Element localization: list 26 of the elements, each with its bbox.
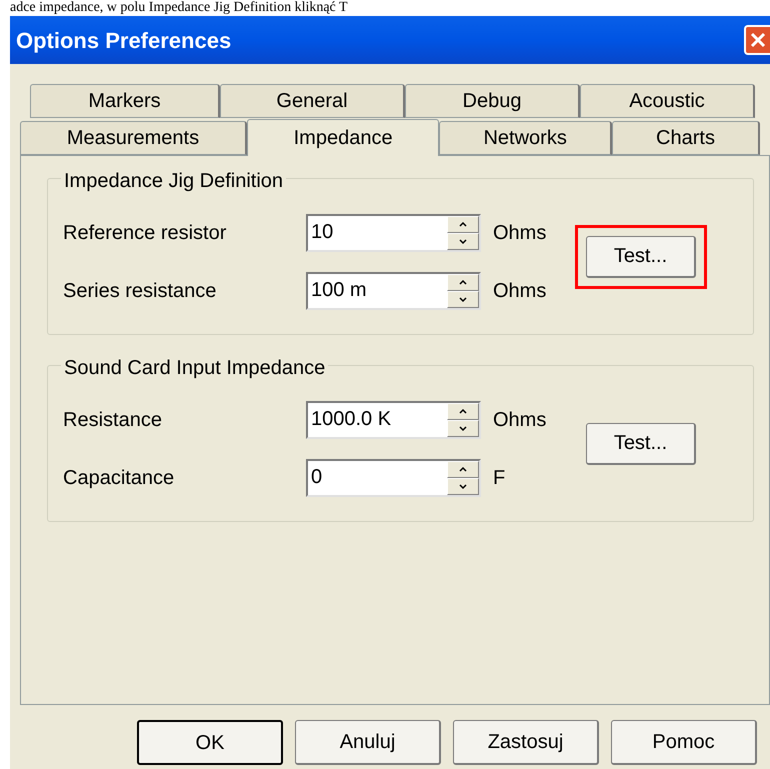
tab[interactable]: Networks — [439, 121, 612, 155]
unit-label: F — [493, 466, 506, 490]
field-label: Capacitance — [63, 466, 176, 490]
unit-label: Ohms — [493, 278, 548, 304]
dialog-button[interactable]: OK — [137, 720, 283, 765]
window-title: Options Preferences — [16, 26, 232, 55]
dialog-button[interactable]: Pomoc — [611, 720, 757, 765]
tab[interactable]: Impedance — [246, 119, 440, 156]
field-label: Series resistance — [63, 278, 218, 304]
test-button[interactable]: Test... — [586, 422, 696, 464]
field-label: Resistance — [63, 408, 163, 432]
tab[interactable]: Debug — [405, 84, 580, 118]
close-icon — [750, 32, 766, 48]
tab[interactable]: Measurements — [20, 121, 247, 155]
tab[interactable]: General — [220, 84, 405, 118]
document-text: adce impedance, w polu Impedance Jig Definition kliknąć T — [10, 0, 348, 16]
test-button[interactable]: Test... — [586, 236, 696, 278]
tab[interactable]: Markers — [30, 84, 220, 118]
field-label: Reference resistor — [63, 220, 228, 246]
unit-label: Ohms — [493, 220, 548, 246]
close-button[interactable] — [744, 25, 770, 55]
tab[interactable]: Charts — [612, 121, 760, 155]
dialog-button[interactable]: Zastosuj — [453, 720, 599, 765]
tab[interactable]: Acoustic — [580, 84, 755, 118]
unit-label: Ohms — [493, 408, 548, 432]
dialog-button[interactable]: Anuluj — [295, 720, 441, 765]
